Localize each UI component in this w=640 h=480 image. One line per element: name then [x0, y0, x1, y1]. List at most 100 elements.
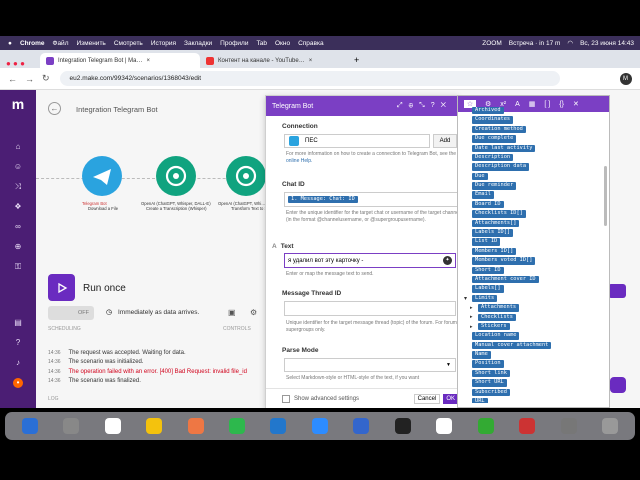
picker-item[interactable]: Short ID	[458, 266, 609, 275]
chatid-field[interactable]: 1. Message: Chat: ID	[284, 192, 458, 207]
picker-item[interactable]: Attachments[]	[458, 219, 609, 228]
picker-item-chip[interactable]: Labels ID[]	[472, 229, 514, 237]
picker-item-chip[interactable]: Position	[472, 360, 504, 368]
tab-youtube[interactable]: Контент на канале - YouTube… ×	[200, 53, 350, 68]
messages-icon[interactable]	[228, 418, 245, 434]
help-icon[interactable]: ?	[13, 338, 23, 348]
save-icon[interactable]: ▣	[228, 308, 236, 317]
menu-view[interactable]: Смотреть	[114, 40, 143, 47]
picker-item[interactable]: Due complete	[458, 134, 609, 143]
picker-item[interactable]: Attachment cover ID	[458, 275, 609, 284]
picker-item[interactable]: ▾ Limits	[458, 294, 609, 303]
calendar-dock-icon[interactable]	[436, 418, 453, 434]
picker-item-chip[interactable]: Due reminder	[472, 182, 517, 190]
trash-icon[interactable]	[602, 418, 619, 434]
menu-history[interactable]: История	[151, 40, 176, 47]
connections-icon[interactable]: ∞	[13, 222, 23, 232]
picker-item[interactable]: Board ID	[458, 200, 609, 209]
parse-select[interactable]: ▼	[284, 358, 456, 372]
picker-item-chip[interactable]: Checklists	[478, 313, 516, 322]
advanced-checkbox[interactable]	[282, 394, 290, 403]
connection-select[interactable]: ПЕС	[284, 134, 430, 148]
picker-item-chip[interactable]: Limits	[472, 294, 498, 303]
picker-item-chip[interactable]: Description data	[472, 163, 530, 171]
picker-item-chip[interactable]: Archived	[472, 106, 504, 115]
picker-item[interactable]: Members voted ID[]	[458, 256, 609, 265]
picker-item[interactable]: Name	[458, 350, 609, 359]
profile-avatar[interactable]: M	[619, 72, 632, 85]
app-icon[interactable]	[394, 418, 411, 434]
right-action-button[interactable]	[608, 284, 626, 298]
picker-item[interactable]: Coordinates	[458, 115, 609, 124]
telegram-node[interactable]	[82, 156, 122, 196]
picker-item[interactable]: Subscribed	[458, 388, 609, 397]
picker-item[interactable]: Due reminder	[458, 181, 609, 190]
wifi-icon[interactable]: ◠	[567, 39, 573, 47]
picker-item-chip[interactable]: Checklists ID[]	[472, 210, 526, 218]
picker-item-chip[interactable]: Due complete	[472, 135, 517, 143]
chevron-right-icon[interactable]: ▸	[470, 305, 473, 311]
picker-item-chip[interactable]: Name	[472, 351, 491, 359]
picker-item[interactable]: ▸ Stickers	[458, 322, 609, 331]
menu-file[interactable]: Файл	[53, 40, 69, 47]
picker-item[interactable]: Position	[458, 360, 609, 369]
chat-button[interactable]	[610, 377, 626, 393]
picker-item-chip[interactable]: Subscribed	[472, 388, 510, 397]
picker-item[interactable]: Creation method	[458, 125, 609, 134]
picker-item-chip[interactable]: Coordinates	[472, 116, 514, 124]
scheduling-toggle[interactable]: OFF	[48, 306, 94, 320]
run-once-button[interactable]	[48, 274, 75, 301]
online-help-link[interactable]: online Help.	[286, 158, 312, 164]
picker-item-chip[interactable]: Short ID	[472, 266, 504, 275]
chevron-down-icon[interactable]: ▾	[464, 295, 467, 302]
add-connection-button[interactable]: Add	[433, 134, 457, 148]
menu-edit[interactable]: Изменить	[76, 40, 105, 47]
apple-icon[interactable]: ●	[8, 40, 12, 47]
user-avatar[interactable]: •	[13, 378, 23, 388]
picker-item[interactable]: Description data	[458, 162, 609, 171]
ai-assist-icon[interactable]: ✦	[443, 256, 452, 265]
picker-item[interactable]: Members ID[]	[458, 247, 609, 256]
picker-item[interactable]: Description	[458, 153, 609, 162]
picker-item-chip[interactable]: Manual cover attachment	[472, 341, 552, 350]
notifications-icon[interactable]: ♪	[13, 358, 23, 368]
picker-list[interactable]: Archived Coordinates Creation method Due co…	[458, 106, 609, 403]
picker-item-chip[interactable]: Due	[472, 172, 488, 181]
picker-item[interactable]: ▸ Checklists	[458, 313, 609, 322]
picker-item-chip[interactable]: Members voted ID[]	[472, 257, 536, 265]
picker-item[interactable]: Location name	[458, 331, 609, 340]
picker-item-chip[interactable]: Email	[472, 191, 494, 199]
picker-item[interactable]: ▸ Attachments	[458, 303, 609, 312]
picker-item[interactable]: Due	[458, 172, 609, 181]
thread-field[interactable]	[284, 301, 456, 316]
settings-icon[interactable]: ⚙	[250, 308, 257, 317]
webhooks-icon[interactable]: ⊕	[13, 242, 23, 252]
close-icon[interactable]: ×	[309, 58, 313, 64]
clock-icon[interactable]: ◷	[106, 308, 112, 316]
docs-icon[interactable]: ▤	[13, 318, 23, 328]
picker-item[interactable]: URL	[458, 397, 609, 403]
picker-item-chip[interactable]: List ID	[472, 238, 501, 246]
picker-item[interactable]: Short URL	[458, 378, 609, 387]
forward-icon[interactable]: →	[25, 74, 34, 84]
menu-bookmarks[interactable]: Закладки	[184, 40, 212, 47]
openai-node[interactable]	[156, 156, 196, 196]
finder-icon[interactable]	[21, 418, 38, 434]
back-icon[interactable]: ←	[48, 102, 61, 115]
menu-profiles[interactable]: Профили	[220, 40, 248, 47]
numbers-icon[interactable]	[477, 418, 494, 434]
picker-item[interactable]: Short link	[458, 369, 609, 378]
telegram-dock-icon[interactable]	[270, 418, 287, 434]
close-icon[interactable]: ×	[147, 58, 151, 64]
picker-item[interactable]: List ID	[458, 237, 609, 246]
keys-icon[interactable]: ⚿	[13, 262, 23, 272]
traffic-lights-icon[interactable]: ● ● ●	[0, 59, 40, 68]
picker-item-chip[interactable]: Description	[472, 153, 514, 162]
picker-item-chip[interactable]: Stickers	[478, 322, 510, 331]
picker-item-chip[interactable]: Attachment cover ID	[472, 275, 539, 284]
picker-item-chip[interactable]: Board ID	[472, 200, 504, 209]
picker-item[interactable]: Labels ID[]	[458, 228, 609, 237]
picker-item-chip[interactable]: URL	[472, 398, 488, 403]
scenarios-icon[interactable]: ⤨	[13, 182, 23, 192]
chevron-right-icon[interactable]: ▸	[470, 314, 473, 320]
